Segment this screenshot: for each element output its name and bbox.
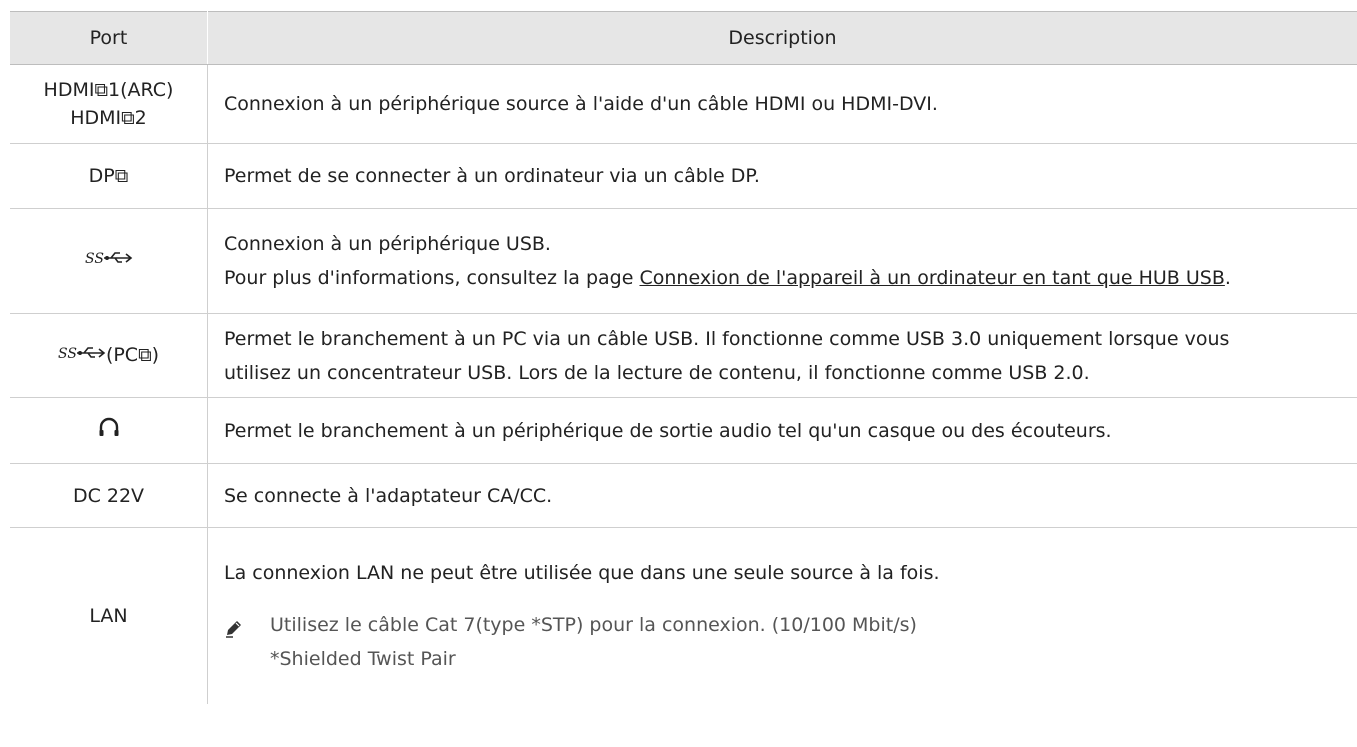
description-cell: Se connecte à l'adaptateur CA/CC. <box>207 463 1357 528</box>
table-row: HDMI⧉1(ARC) HDMI⧉2 Connexion à un périph… <box>10 64 1357 144</box>
port-cell: SS <box>10 208 208 314</box>
table-row: LAN La connexion LAN ne peut être utilis… <box>10 527 1357 704</box>
description-text: utilisez un concentrateur USB. Lors de l… <box>224 361 1090 384</box>
table-header-row: Port Description <box>10 11 1357 65</box>
port-label: HDMI⧉2 <box>70 107 147 129</box>
description-cell: Permet de se connecter à un ordinateur v… <box>207 143 1357 209</box>
table-row: DC 22V Se connecte à l'adaptateur CA/CC. <box>10 463 1357 528</box>
headphones-icon <box>97 415 121 447</box>
description-prefix: Pour plus d'informations, consultez la p… <box>224 267 640 289</box>
usb-ss-icon: SS <box>58 342 106 370</box>
description-suffix: . <box>1224 267 1231 289</box>
description-column-header: Description <box>207 11 1357 65</box>
description-text: Permet le branchement à un PC via un câb… <box>224 327 1230 350</box>
description-cell: Permet le branchement à un PC via un câb… <box>207 313 1357 398</box>
port-cell: HDMI⧉1(ARC) HDMI⧉2 <box>10 64 208 144</box>
table-row: SS Connexion à un périphérique USB. Pour… <box>10 208 1357 314</box>
note-subtext: *Shielded Twist Pair <box>270 647 456 670</box>
description-text: La connexion LAN ne peut être utilisée q… <box>224 561 940 584</box>
description-cell: La connexion LAN ne peut être utilisée q… <box>208 528 1357 704</box>
table-row: DP⧉ Permet de se connecter à un ordinate… <box>10 143 1357 209</box>
port-label: DC 22V <box>10 463 208 528</box>
note-row: Utilisez le câble Cat 7(type *STP) pour … <box>224 608 1341 642</box>
description-cell: Connexion à un périphérique USB. Pour pl… <box>207 208 1357 314</box>
port-label: (PC⧉) <box>105 344 160 367</box>
port-label: DP⧉ <box>10 143 208 209</box>
ports-table: Port Description HDMI⧉1(ARC) HDMI⧉2 Conn… <box>10 11 1357 704</box>
table-row: SS (PC⧉) Permet le branchement à un PC v… <box>10 313 1357 398</box>
note-text: Utilisez le câble Cat 7(type *STP) pour … <box>270 613 917 636</box>
description-text: Pour plus d'informations, consultez la p… <box>224 261 1341 295</box>
table-row: Permet le branchement à un périphérique … <box>10 397 1357 464</box>
port-label: HDMI⧉1(ARC) <box>43 79 174 101</box>
svg-text:SS: SS <box>85 251 104 267</box>
pencil-icon <box>224 615 244 638</box>
usb-ss-icon: SS <box>85 247 133 275</box>
description-cell: Connexion à un périphérique source à l'a… <box>207 64 1357 144</box>
description-text: Connexion à un périphérique USB. <box>224 233 551 255</box>
svg-text:SS: SS <box>58 346 77 362</box>
usb-hub-link[interactable]: Connexion de l'appareil à un ordinateur … <box>639 267 1224 289</box>
port-column-header: Port <box>10 11 208 65</box>
port-cell <box>10 397 208 464</box>
description-cell: Permet le branchement à un périphérique … <box>207 397 1357 464</box>
port-cell: SS (PC⧉) <box>10 313 208 398</box>
port-label: LAN <box>10 527 208 704</box>
